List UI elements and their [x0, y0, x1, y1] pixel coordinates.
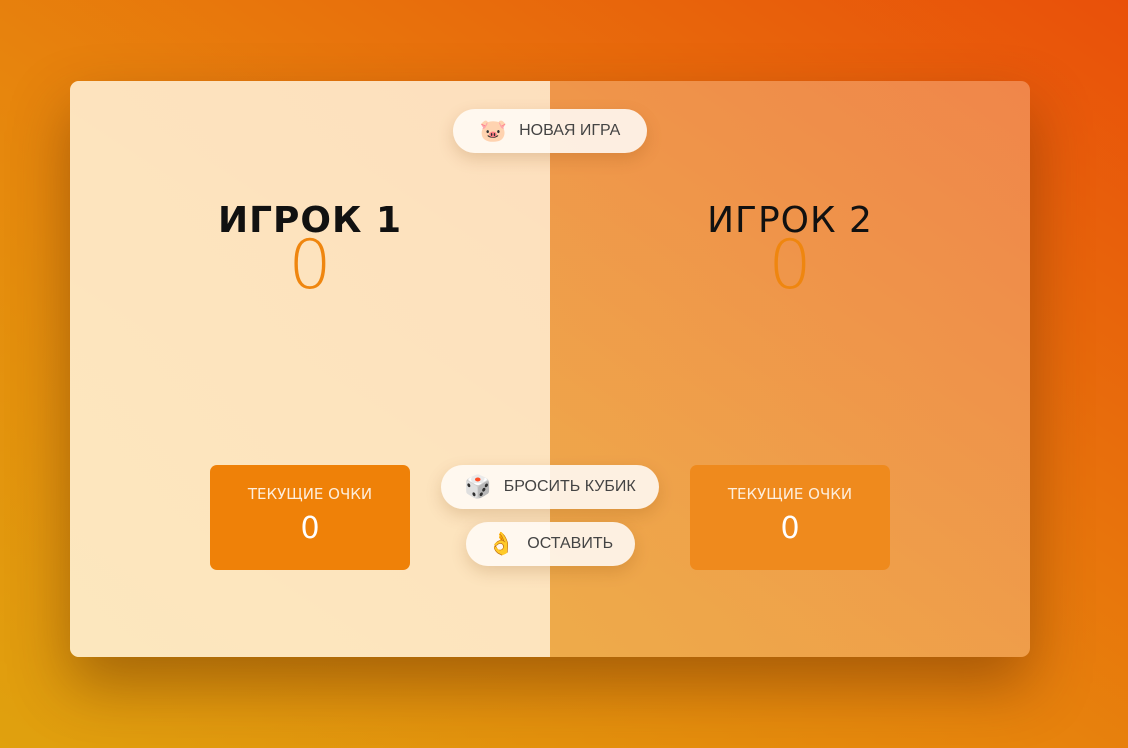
game-board: ИГРОК 1 0 ТЕКУЩИЕ ОЧКИ 0 ИГРОК 2 0 ТЕКУЩ… — [70, 81, 1030, 657]
player-1-panel: ИГРОК 1 0 ТЕКУЩИЕ ОЧКИ 0 — [70, 81, 550, 657]
player-1-current-score: 0 — [300, 511, 320, 546]
hold-label: ОСТАВИТЬ — [527, 535, 614, 552]
player-1-current-label: ТЕКУЩИЕ ОЧКИ — [247, 485, 373, 503]
dice-icon: 🎲 — [464, 474, 492, 499]
ok-hand-icon: 👌 — [487, 531, 516, 556]
player-2-panel: ИГРОК 2 0 ТЕКУЩИЕ ОЧКИ 0 — [550, 81, 1030, 657]
player-1-current-box: ТЕКУЩИЕ ОЧКИ 0 — [210, 465, 410, 570]
roll-dice-label: БРОСИТЬ КУБИК — [503, 478, 636, 495]
player-2-current-label: ТЕКУЩИЕ ОЧКИ — [727, 485, 853, 503]
new-game-label: НОВАЯ ИГРА — [519, 122, 621, 139]
hold-button[interactable]: 👌 ОСТАВИТЬ — [466, 522, 635, 566]
player-1-total-score: 0 — [288, 226, 332, 305]
player-2-current-score: 0 — [780, 511, 800, 546]
pig-face-icon: 🐷 — [479, 118, 508, 143]
player-2-total-score: 0 — [768, 226, 812, 305]
player-2-current-box: ТЕКУЩИЕ ОЧКИ 0 — [690, 465, 890, 570]
roll-dice-button[interactable]: 🎲 БРОСИТЬ КУБИК — [441, 465, 659, 509]
new-game-button[interactable]: 🐷 НОВАЯ ИГРА — [453, 109, 647, 153]
